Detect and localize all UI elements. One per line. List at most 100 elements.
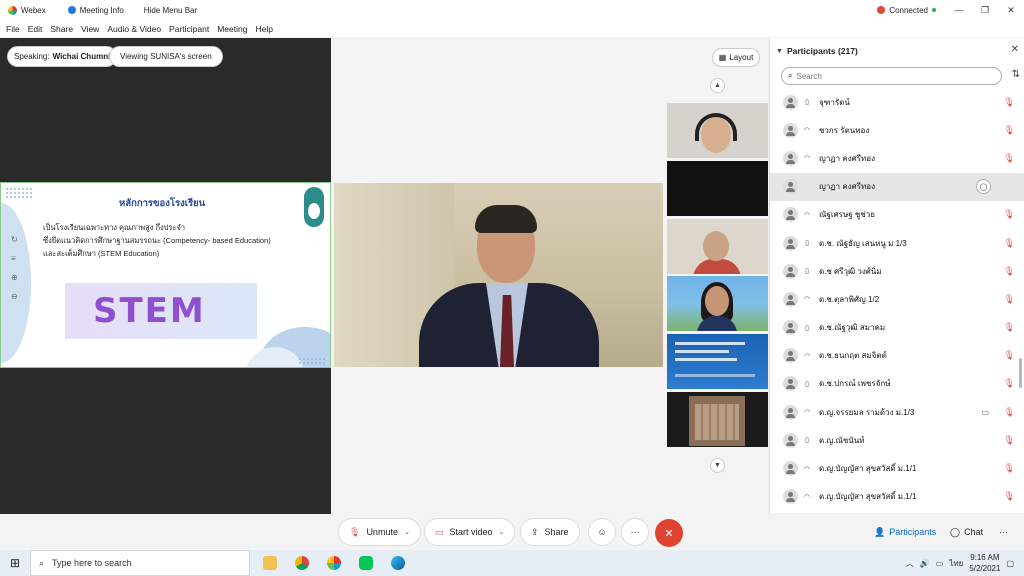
participant-row[interactable]: ▯ ด.ช.ณัฐวุฒิ สมาคม 🎙 — [770, 314, 1024, 342]
participant-thumbnail[interactable] — [667, 392, 768, 447]
app-title: Webex — [0, 5, 54, 15]
muted-mic-icon[interactable]: 🎙 — [1004, 322, 1015, 333]
menu-participant[interactable]: Participant — [165, 24, 213, 34]
participant-row[interactable]: ◠ ด.ญ.จรรยมล รามด้วง ม.1/3 ▭ 🎙 — [770, 398, 1024, 426]
taskbar-clock[interactable]: 9:16 AM 5/2/2021 — [969, 552, 1000, 574]
maximize-button[interactable]: ❐ — [972, 5, 998, 16]
search-input[interactable] — [796, 71, 977, 81]
zoom-out-icon[interactable]: ⊖ — [11, 292, 18, 301]
taskbar-file-explorer[interactable] — [254, 550, 286, 576]
network-icon[interactable]: ▭ — [936, 559, 944, 568]
unmute-button[interactable]: 🎙 Unmute ⌄ — [339, 519, 420, 545]
menu-view[interactable]: View — [77, 24, 103, 34]
participant-scrollbar[interactable] — [1019, 358, 1022, 388]
muted-mic-icon[interactable]: 🎙 — [1004, 350, 1015, 361]
participant-search[interactable]: ⌕ — [781, 67, 1002, 85]
participant-thumbnail[interactable] — [667, 161, 768, 216]
share-button[interactable]: ⇪ Share — [521, 519, 579, 545]
muted-mic-icon[interactable]: 🎙 — [1004, 463, 1015, 474]
participant-row[interactable]: ▯ ด.ช ศรีวุฒิ วงศ์นิ่ม 🎙 — [770, 257, 1024, 285]
headset-icon: ◠ — [803, 155, 811, 163]
menu-help[interactable]: Help — [251, 24, 276, 34]
muted-mic-icon[interactable]: 🎙 — [1004, 266, 1015, 277]
layout-button[interactable]: ▦ Layout — [712, 48, 760, 67]
viewing-indicator[interactable]: Viewing SUNISA's screen — [110, 47, 222, 66]
muted-mic-icon[interactable]: 🎙 — [1004, 209, 1015, 220]
participant-thumbnail[interactable] — [667, 219, 768, 274]
muted-mic-icon[interactable]: 🎙 — [1004, 125, 1015, 136]
participant-row[interactable]: ◠ ญาฏา คงศรีทอง 🎙 — [770, 144, 1024, 172]
slide-line-3: และสะเต็มศึกษา (STEM Education) — [43, 249, 160, 258]
volume-icon[interactable]: 🔊 — [920, 559, 930, 568]
start-video-button[interactable]: ▭ Start video ⌄ — [425, 519, 515, 545]
muted-mic-icon[interactable]: 🎙 — [1004, 294, 1015, 305]
meeting-info-button[interactable]: Meeting Info — [60, 6, 132, 15]
participant-thumbnail[interactable] — [667, 334, 768, 389]
zoom-in-icon[interactable]: ⊕ — [11, 273, 18, 282]
rotate-tool-icon[interactable]: ↻ — [11, 235, 18, 244]
tray-chevron-icon[interactable]: ︿ — [906, 558, 914, 569]
taskbar-chrome[interactable] — [286, 550, 318, 576]
close-panel-button[interactable]: ✕ — [1011, 44, 1019, 55]
reactions-button[interactable]: ☺ — [589, 519, 615, 545]
more-options-button[interactable]: ··· — [622, 519, 648, 545]
chat-toggle-button[interactable]: ◯ Chat — [944, 521, 989, 543]
participant-list: ▯ จุฑารัตน์ 🎙 ◠ ชวกร รัตนทอง 🎙 ◠ ญาฏา คงศรีทอง 🎙… — [770, 88, 1024, 511]
participants-panel: ▼ Participants (217) ✕ ⌕ ⇅ ▯ จุฑารัตน์ 🎙 ◠ ช… — [769, 38, 1024, 513]
title-bar: Webex Meeting Info Hide Menu Bar Connect… — [0, 0, 1024, 20]
participant-row[interactable]: ▯ ด.ช. ณัฐธัญ เสนหนู ม 1/3 🎙 — [770, 229, 1024, 257]
participant-name: ญาฏา คงศรีทอง — [819, 182, 876, 192]
muted-mic-icon[interactable]: 🎙 — [1004, 378, 1015, 389]
participant-thumbnail[interactable] — [667, 103, 768, 158]
clock-date: 5/2/2021 — [969, 564, 1001, 573]
menu-edit[interactable]: Edit — [24, 24, 47, 34]
sort-icon[interactable]: ⇅ — [1012, 69, 1020, 80]
participant-row[interactable]: ◠ ด.ญ.บัญญัสา สุขสวัสดิ์ ม.1/1 🎙 — [770, 454, 1024, 482]
collapse-chevron-icon[interactable]: ▼ — [776, 48, 783, 55]
taskbar-line[interactable] — [350, 550, 382, 576]
taskbar-search[interactable]: ⌕ Type here to search — [30, 550, 250, 576]
close-window-button[interactable]: ✕ — [998, 5, 1024, 16]
scroll-down-button[interactable]: ▼ — [710, 458, 725, 473]
window-controls: Connected — ❐ ✕ — [877, 0, 1024, 20]
start-button[interactable]: ⊞ — [0, 556, 30, 570]
chat-icon[interactable]: ◯ — [976, 179, 991, 195]
panel-more-button[interactable]: ··· — [993, 521, 1014, 543]
participant-row[interactable]: ▯ ด.ญ.ณัชนันท์ 🎙 — [770, 426, 1024, 454]
chevron-down-icon[interactable]: ⌄ — [404, 528, 410, 536]
menu-tool-icon[interactable]: ≡ — [11, 254, 18, 263]
menu-file[interactable]: File — [2, 24, 24, 34]
participant-row[interactable]: ▯ ด.ช.ปกรณ์ เพชรจักษ์ 🎙 — [770, 370, 1024, 398]
menu-share[interactable]: Share — [46, 24, 77, 34]
taskbar-edge[interactable] — [382, 550, 414, 576]
menu-meeting[interactable]: Meeting — [213, 24, 251, 34]
chevron-down-icon[interactable]: ⌄ — [499, 528, 505, 536]
participant-row[interactable]: ◠ ชวกร รัตนทอง 🎙 — [770, 116, 1024, 144]
minimize-button[interactable]: — — [946, 5, 972, 15]
app-name: Webex — [21, 5, 46, 15]
taskbar-webex[interactable] — [318, 550, 350, 576]
notifications-icon[interactable]: ▢ — [1006, 559, 1014, 568]
muted-mic-icon[interactable]: 🎙 — [1004, 238, 1015, 249]
hide-menu-bar-button[interactable]: Hide Menu Bar — [136, 6, 205, 15]
participant-row[interactable]: ◠ ด.ช.ตุลาพิศัญ 1/2 🎙 — [770, 285, 1024, 313]
participants-toggle-button[interactable]: 👤 Participants — [868, 521, 942, 543]
muted-mic-icon[interactable]: 🎙 — [1004, 153, 1015, 164]
participant-row[interactable]: ญาฏา คงศรีทอง ◯ — [770, 172, 1024, 201]
participant-row[interactable]: ◠ ณัฐเศรษฐ ชูช่วย 🎙 — [770, 201, 1024, 229]
leave-meeting-button[interactable]: ✕ — [655, 519, 683, 547]
muted-mic-icon[interactable]: 🎙 — [1004, 435, 1015, 446]
scroll-up-button[interactable]: ▲ — [710, 78, 725, 93]
menu-bar: File Edit Share View Audio & Video Parti… — [0, 20, 1024, 37]
muted-mic-icon[interactable]: 🎙 — [1004, 97, 1015, 108]
participant-thumbnail[interactable] — [667, 276, 768, 331]
muted-mic-icon[interactable]: 🎙 — [1004, 491, 1015, 502]
muted-mic-icon[interactable]: 🎙 — [1004, 407, 1015, 418]
participant-row[interactable]: ◠ ด.ช.ธนกฤต สมจิตต์ 🎙 — [770, 342, 1024, 370]
menu-audio-video[interactable]: Audio & Video — [103, 24, 165, 34]
input-language[interactable]: ไทย — [949, 557, 963, 570]
avatar — [783, 320, 798, 336]
avatar — [783, 461, 798, 477]
participant-row[interactable]: ◠ ด.ญ.บัญญัสา สุขสวัสดิ์ ม.1/1 🎙 — [770, 483, 1024, 511]
participant-row[interactable]: ▯ จุฑารัตน์ 🎙 — [770, 88, 1024, 116]
